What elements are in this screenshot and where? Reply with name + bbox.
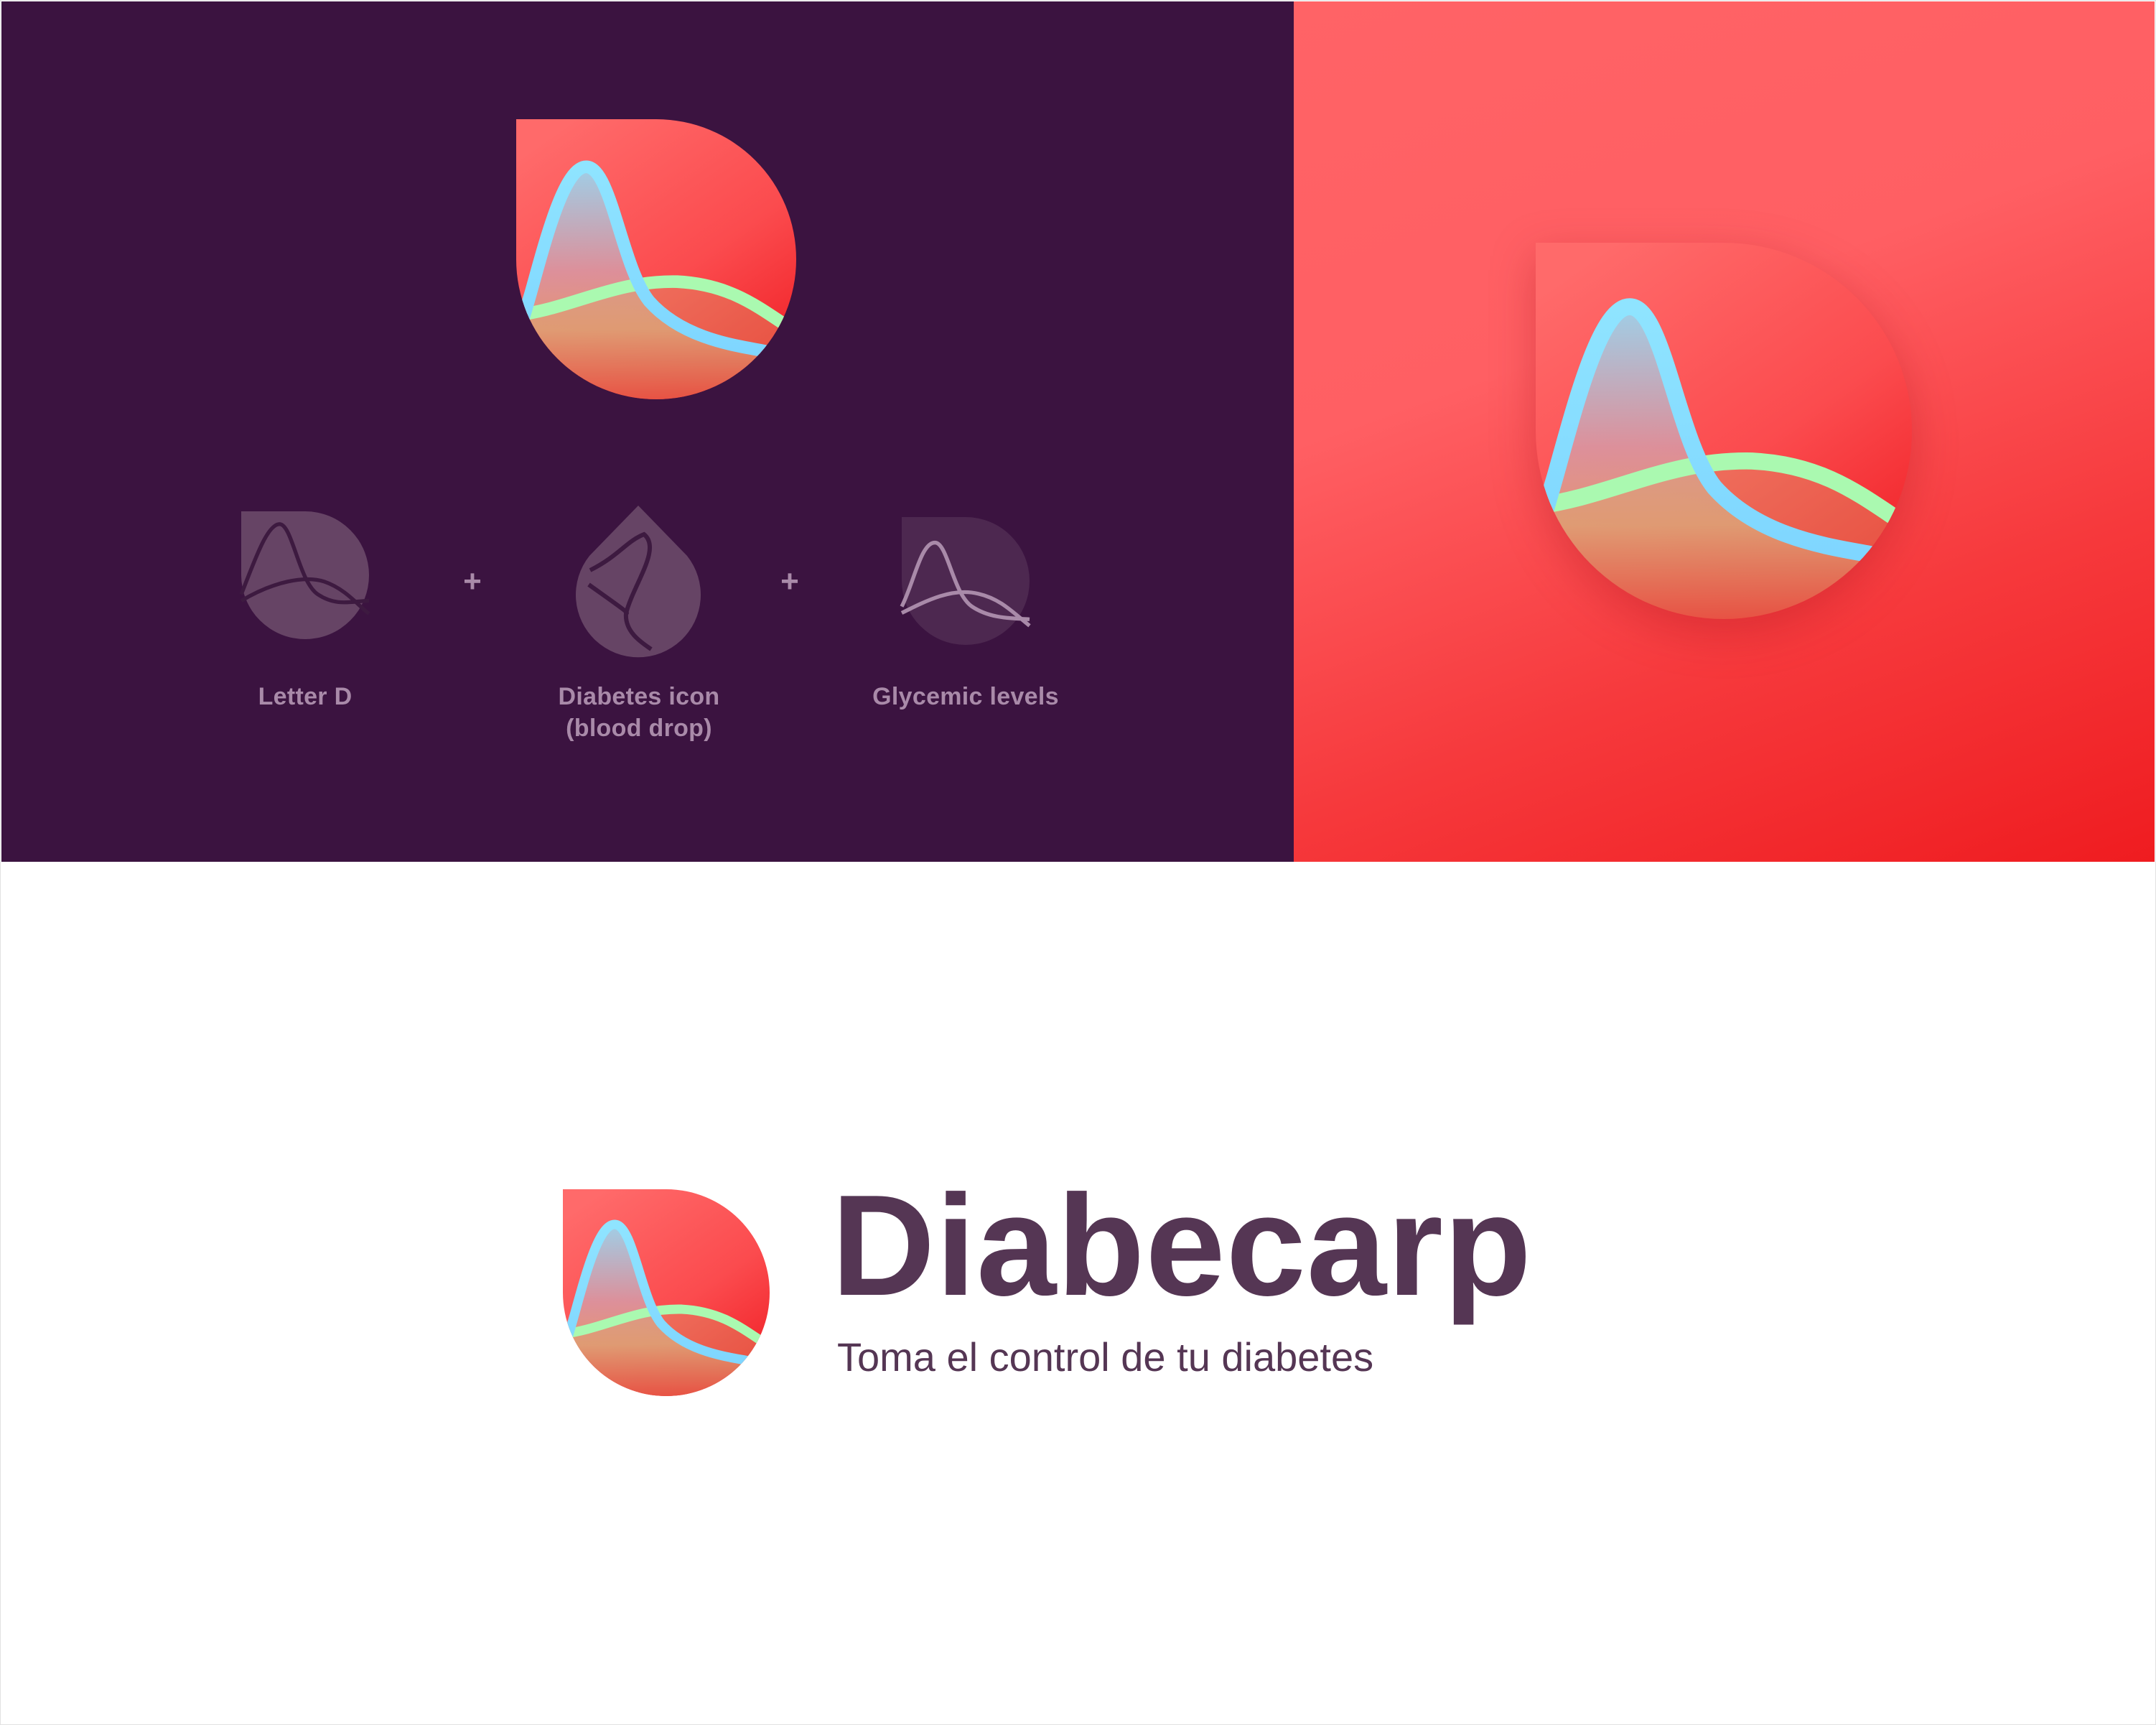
letter-d-icon bbox=[239, 511, 370, 639]
logo-mark-large bbox=[515, 119, 797, 399]
part-label-letter-d: Letter D bbox=[258, 683, 353, 710]
glycemic-levels-icon bbox=[900, 517, 1031, 645]
part-label-diabetes-icon: Diabetes icon (blood drop) bbox=[558, 683, 720, 742]
logo-mark-small bbox=[563, 1189, 770, 1396]
plus-sign-2: + bbox=[780, 564, 799, 599]
blood-drop-icon bbox=[576, 506, 701, 658]
brand-tagline: Toma el control de tu diabetes bbox=[837, 1334, 1374, 1380]
logo-mark-shadowed bbox=[1535, 243, 1913, 619]
plus-sign-1: + bbox=[463, 564, 482, 599]
brand-wordmark: Diabecarp bbox=[831, 1166, 1533, 1326]
part-label-glycemic-levels: Glycemic levels bbox=[872, 683, 1059, 710]
